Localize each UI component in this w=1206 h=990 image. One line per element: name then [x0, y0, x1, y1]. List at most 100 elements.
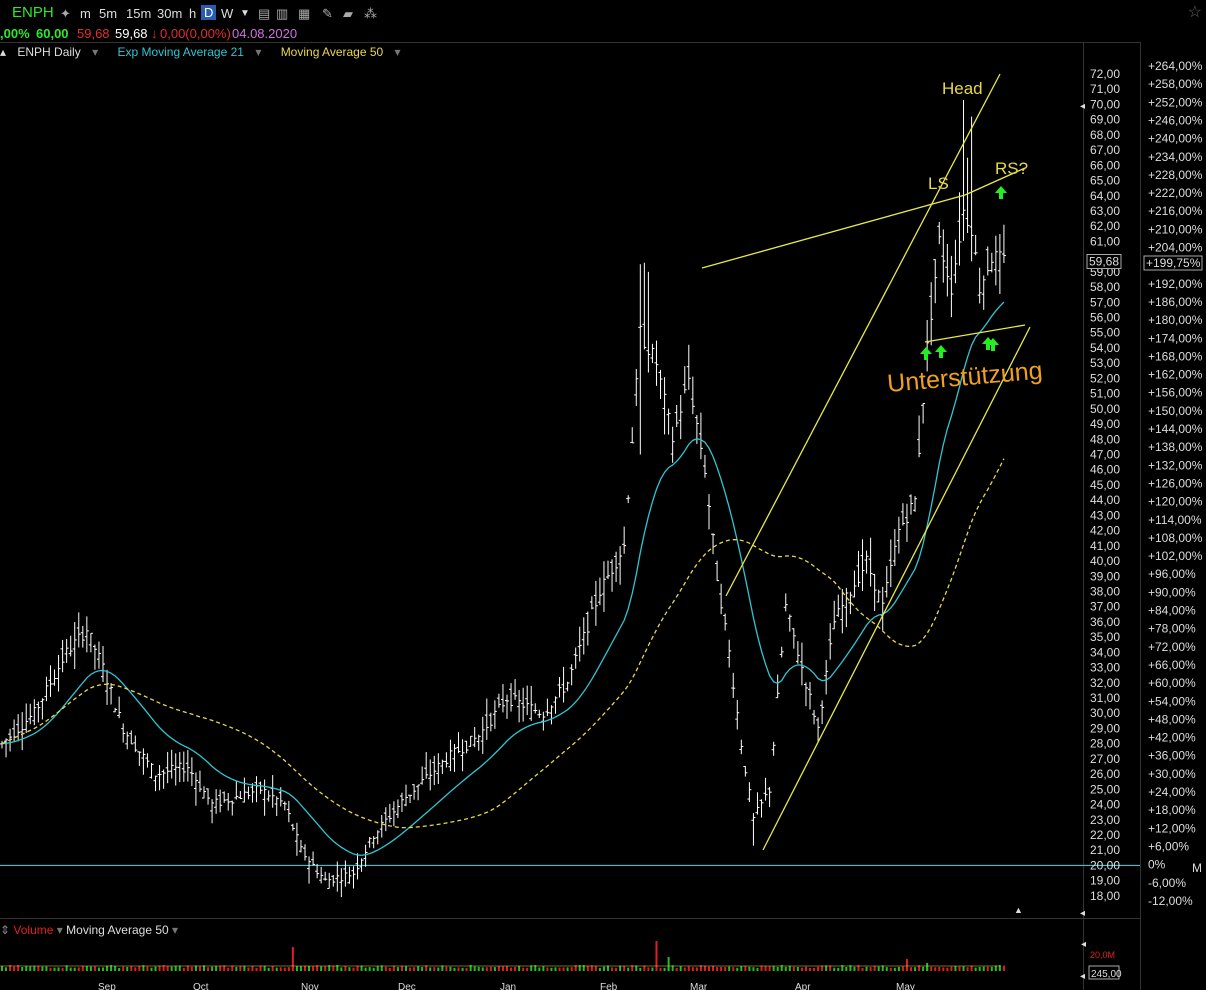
price-tick-label: 61,00: [1090, 234, 1120, 248]
volume-scale-marker-icon: ◂: [1081, 939, 1086, 950]
pct-tick-label: +240,00%: [1148, 132, 1203, 146]
pct-tick-label: +204,00%: [1148, 241, 1203, 255]
pct-tick-label: +252,00%: [1148, 95, 1203, 109]
up-arrow-icon: [920, 347, 932, 360]
up-arrow-icon: [935, 345, 947, 358]
price-tick-label: 28,00: [1090, 737, 1120, 751]
pct-tick-label: +18,00%: [1148, 803, 1196, 817]
pct-tick-label: +12,00%: [1148, 821, 1196, 835]
pct-tick-label: +78,00%: [1148, 622, 1196, 636]
price-tick-label: 42,00: [1090, 524, 1120, 538]
pct-tick-label: +258,00%: [1148, 77, 1203, 91]
pct-tick-label: +102,00%: [1148, 549, 1203, 563]
month-label: Oct: [193, 982, 209, 990]
pct-tick-label: +66,00%: [1148, 658, 1196, 672]
pct-tick-label: +72,00%: [1148, 640, 1196, 654]
price-tick-label: 31,00: [1090, 691, 1120, 705]
price-tick-label: 41,00: [1090, 539, 1120, 553]
rs-annotation: RS?: [995, 159, 1028, 178]
volume-ma-dropdown-icon[interactable]: ▾: [172, 923, 178, 937]
price-tick-label: 43,00: [1090, 508, 1120, 522]
pct-tick-label: +36,00%: [1148, 749, 1196, 763]
price-tick-label: 48,00: [1090, 432, 1120, 446]
pct-tick-label: +60,00%: [1148, 676, 1196, 690]
month-label: Sep: [98, 982, 116, 990]
price-tick-label: 68,00: [1090, 128, 1120, 142]
pct-tick-label: +162,00%: [1148, 368, 1203, 382]
price-tick-label: 33,00: [1090, 661, 1120, 675]
trendline-3: [762, 326, 1031, 851]
price-tick-label: 44,00: [1090, 493, 1120, 507]
price-tick-label: 32,00: [1090, 676, 1120, 690]
month-label: Feb: [600, 982, 618, 990]
price-tick-label: 72,00: [1090, 67, 1120, 81]
pct-tick-label: +156,00%: [1148, 386, 1203, 400]
price-tick-label: 50,00: [1090, 402, 1120, 416]
price-tick-label: 71,00: [1090, 82, 1120, 96]
trendline-0: [701, 194, 966, 269]
price-tick-label: 49,00: [1090, 417, 1120, 431]
price-tick-label: 70,00: [1090, 97, 1120, 111]
pct-tick-label: +174,00%: [1148, 331, 1203, 345]
pct-tick-label: +42,00%: [1148, 731, 1196, 745]
price-tick-label: 52,00: [1090, 371, 1120, 385]
pct-tick-label: +84,00%: [1148, 604, 1196, 618]
pct-tick-label: +246,00%: [1148, 113, 1203, 127]
pct-tick-label: +6,00%: [1148, 839, 1189, 853]
price-tick-label: 53,00: [1090, 356, 1120, 370]
price-tick-label: 67,00: [1090, 143, 1120, 157]
price-tick-label: 69,00: [1090, 113, 1120, 127]
pct-tick-label: +108,00%: [1148, 531, 1203, 545]
pct-tick-label: -12,00%: [1148, 894, 1193, 908]
price-tick-label: 64,00: [1090, 189, 1120, 203]
volume-last-marker-icon: ◂: [1080, 971, 1085, 982]
sma-line: [1, 458, 1005, 829]
month-label: Dec: [398, 982, 416, 990]
price-tick-label: 19,00: [1090, 874, 1120, 888]
ema-line: [1, 301, 1005, 856]
price-tick-label: 38,00: [1090, 584, 1120, 598]
pct-tick-label: +234,00%: [1148, 150, 1203, 164]
month-label: Apr: [795, 982, 811, 990]
pct-tick-label: +114,00%: [1148, 513, 1202, 527]
pct-tick-label: +138,00%: [1148, 440, 1203, 454]
pct-tick-label: +192,00%: [1148, 277, 1203, 291]
volume-dropdown-icon[interactable]: ▾: [57, 923, 63, 937]
volume-last-label: 245,00: [1091, 969, 1122, 980]
pct-tick-label: +186,00%: [1148, 295, 1203, 309]
volume-label[interactable]: Volume: [13, 923, 53, 937]
price-tick-label: 46,00: [1090, 463, 1120, 477]
pct-tick-label: +90,00%: [1148, 585, 1196, 599]
month-label: Jan: [500, 982, 516, 990]
price-tick-label: 25,00: [1090, 782, 1120, 796]
price-tick-label: 35,00: [1090, 630, 1120, 644]
price-tick-label: 63,00: [1090, 204, 1120, 218]
ls-annotation: LS: [928, 174, 949, 193]
up-arrow-icon: [995, 186, 1007, 199]
trendline-2: [725, 73, 1001, 597]
volume-handle-icon[interactable]: ⇕: [0, 923, 10, 937]
pct-tick-label: +144,00%: [1148, 422, 1203, 436]
price-chart[interactable]: Head LS RS? Unterstützung 72,0071,0070,00 69,…: [0, 0, 1206, 990]
price-tick-label: 30,00: [1090, 706, 1120, 720]
support-annotation: Unterstützung: [886, 357, 1043, 398]
pct-tick-label: +120,00%: [1148, 495, 1203, 509]
price-tick-label: 18,00: [1090, 889, 1120, 903]
pct-tick-label: +48,00%: [1148, 712, 1196, 726]
price-tick-label: 22,00: [1090, 828, 1120, 842]
pct-tick-label: -6,00%: [1148, 876, 1186, 890]
price-tick-label: 58,00: [1090, 280, 1120, 294]
volume-ma-label[interactable]: Moving Average 50: [66, 923, 169, 937]
scroll-up-icon: ▲: [1014, 905, 1023, 915]
price-tick-label: 24,00: [1090, 798, 1120, 812]
month-label: Mar: [690, 982, 708, 990]
price-tick-label: 40,00: [1090, 554, 1120, 568]
price-tick-label: 27,00: [1090, 752, 1120, 766]
scroll-left-icon: ◂: [1080, 908, 1085, 919]
pct-tick-label: +96,00%: [1148, 567, 1196, 581]
pct-tick-label: +54,00%: [1148, 694, 1196, 708]
price-tick-label: 47,00: [1090, 448, 1120, 462]
price-tick-label: 21,00: [1090, 843, 1120, 857]
price-tick-label: 55,00: [1090, 326, 1120, 340]
price-tick-label: 65,00: [1090, 174, 1120, 188]
